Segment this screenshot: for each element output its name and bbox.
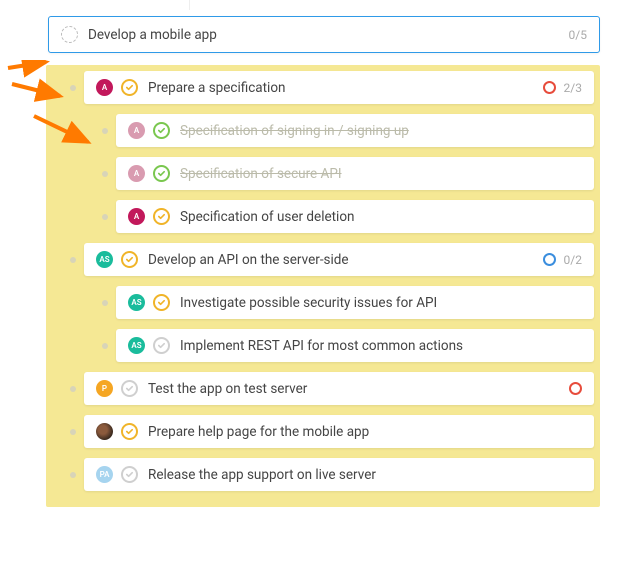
status-icon[interactable] bbox=[153, 122, 170, 139]
tree-bullet-icon bbox=[102, 214, 108, 220]
tree-bullet-icon bbox=[70, 472, 76, 478]
task-title: Prepare help page for the mobile app bbox=[148, 424, 582, 440]
subtask-count: 2/3 bbox=[564, 81, 582, 95]
task-title: Specification of secure API bbox=[180, 166, 582, 182]
task-title: Investigate possible security issues for… bbox=[180, 295, 582, 311]
task-row: A Specification of user deletion bbox=[102, 200, 594, 233]
subtask-count: 0/2 bbox=[564, 253, 582, 267]
tree-bullet-icon bbox=[102, 300, 108, 306]
status-icon[interactable] bbox=[121, 251, 138, 268]
status-icon[interactable] bbox=[121, 380, 138, 397]
tree-bullet-icon bbox=[70, 257, 76, 263]
assignee-avatar[interactable]: A bbox=[128, 208, 145, 225]
status-icon[interactable] bbox=[153, 165, 170, 182]
tree-bullet-icon bbox=[102, 343, 108, 349]
assignee-avatar[interactable]: A bbox=[128, 122, 145, 139]
assignee-avatar[interactable]: A bbox=[128, 165, 145, 182]
task-card[interactable]: A Specification of signing in / signing u… bbox=[116, 114, 594, 147]
task-title: Develop an API on the server-side bbox=[148, 252, 535, 268]
task-card[interactable]: Prepare help page for the mobile app bbox=[84, 415, 594, 448]
task-card[interactable]: P Test the app on test server bbox=[84, 372, 594, 405]
task-title: Prepare a specification bbox=[148, 80, 535, 96]
task-row: A Prepare a specification 2/3 bbox=[70, 71, 594, 104]
priority-icon[interactable] bbox=[569, 382, 582, 395]
task-card[interactable]: AS Investigate possible security issues f… bbox=[116, 286, 594, 319]
tree-bullet-icon bbox=[70, 85, 76, 91]
priority-icon[interactable] bbox=[543, 81, 556, 94]
status-icon[interactable] bbox=[153, 337, 170, 354]
assignee-avatar[interactable]: AS bbox=[128, 337, 145, 354]
subtask-group: A Prepare a specification 2/3 A Specificatio… bbox=[46, 65, 600, 507]
task-root[interactable]: Develop a mobile app 0/5 bbox=[48, 16, 600, 53]
task-row: A Specification of signing in / signing u… bbox=[102, 114, 594, 147]
task-card[interactable]: AS Develop an API on the server-side 0/2 bbox=[84, 243, 594, 276]
progress-icon bbox=[61, 26, 78, 43]
task-row: AS Implement REST API for most common act… bbox=[102, 329, 594, 362]
task-card[interactable]: A Specification of user deletion bbox=[116, 200, 594, 233]
assignee-avatar[interactable] bbox=[96, 423, 113, 440]
task-title: Specification of signing in / signing up bbox=[180, 123, 582, 139]
task-row: Prepare help page for the mobile app bbox=[70, 415, 594, 448]
task-title: Release the app support on live server bbox=[148, 467, 582, 483]
tree-bullet-icon bbox=[102, 128, 108, 134]
task-row: AS Investigate possible security issues f… bbox=[102, 286, 594, 319]
assignee-avatar[interactable]: AS bbox=[128, 294, 145, 311]
task-title: Specification of user deletion bbox=[180, 209, 582, 225]
tree-bullet-icon bbox=[70, 429, 76, 435]
task-row: A Specification of secure API bbox=[102, 157, 594, 190]
task-title: Develop a mobile app bbox=[88, 27, 561, 43]
status-icon[interactable] bbox=[121, 423, 138, 440]
task-title: Implement REST API for most common actio… bbox=[180, 338, 582, 354]
task-title: Test the app on test server bbox=[148, 381, 561, 397]
assignee-avatar[interactable]: A bbox=[96, 79, 113, 96]
tree-bullet-icon bbox=[102, 171, 108, 177]
task-card[interactable]: A Specification of secure API bbox=[116, 157, 594, 190]
subtask-count: 0/5 bbox=[569, 28, 587, 42]
status-icon[interactable] bbox=[121, 79, 138, 96]
task-row: AS Develop an API on the server-side 0/2 bbox=[70, 243, 594, 276]
task-row: PA Release the app support on live server bbox=[70, 458, 594, 491]
status-icon[interactable] bbox=[121, 466, 138, 483]
status-icon[interactable] bbox=[153, 208, 170, 225]
assignee-avatar[interactable]: P bbox=[96, 380, 113, 397]
assignee-avatar[interactable]: AS bbox=[96, 251, 113, 268]
task-card[interactable]: AS Implement REST API for most common act… bbox=[116, 329, 594, 362]
task-card[interactable]: PA Release the app support on live server bbox=[84, 458, 594, 491]
tree-bullet-icon bbox=[70, 386, 76, 392]
status-icon[interactable] bbox=[153, 294, 170, 311]
task-card[interactable]: A Prepare a specification 2/3 bbox=[84, 71, 594, 104]
priority-icon[interactable] bbox=[543, 253, 556, 266]
assignee-avatar[interactable]: PA bbox=[96, 466, 113, 483]
task-row: P Test the app on test server bbox=[70, 372, 594, 405]
